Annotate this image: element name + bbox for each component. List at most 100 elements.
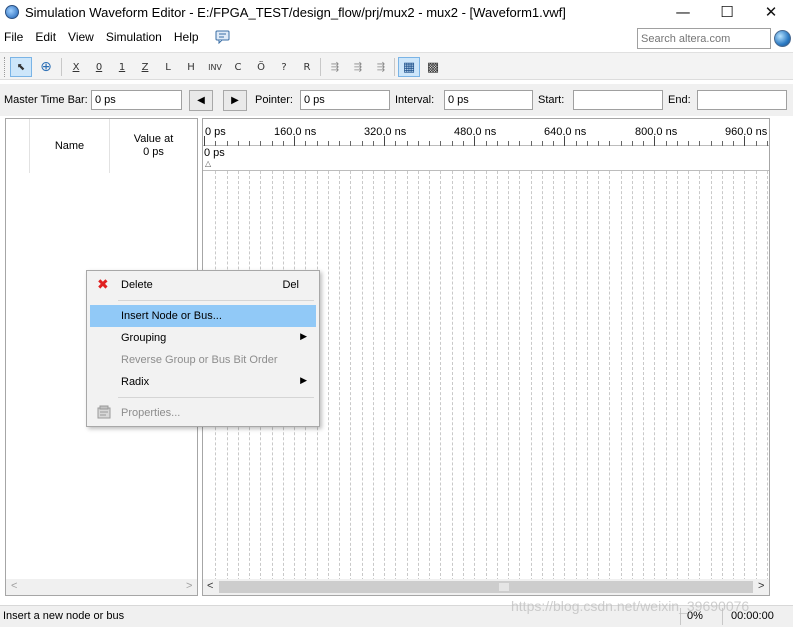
- zoom-tool-icon[interactable]: ⊕: [35, 57, 57, 77]
- grid-line: [666, 171, 667, 581]
- selection-tool-icon[interactable]: ⬉: [10, 57, 32, 77]
- force-unknown-icon[interactable]: X: [66, 57, 86, 77]
- end-field[interactable]: [697, 90, 787, 110]
- menu-edit[interactable]: Edit: [29, 26, 62, 48]
- feedback-icon[interactable]: [215, 30, 231, 45]
- pointer-field[interactable]: 0 ps: [300, 90, 390, 110]
- grid-line: [407, 171, 408, 581]
- delete-icon: ✖: [97, 277, 109, 293]
- time-label: 320.0 ns: [364, 126, 407, 138]
- start-label: Start:: [538, 94, 565, 106]
- toolbar-grip[interactable]: [4, 57, 7, 77]
- grid-line: [350, 171, 351, 581]
- context-menu-insert-node-or-bus[interactable]: Insert Node or Bus...: [90, 305, 316, 327]
- ruler-tick: [654, 136, 655, 146]
- grid-line: [553, 171, 554, 581]
- context-menu-grouping[interactable]: Grouping ▶: [90, 327, 316, 349]
- insert-node-label: Insert Node or Bus...: [121, 310, 222, 322]
- master-time-bar-label: Master Time Bar:: [4, 94, 88, 106]
- context-menu-radix[interactable]: Radix ▶: [90, 371, 316, 393]
- context-menu-delete[interactable]: ✖ Delete Del: [90, 274, 316, 296]
- end-label: End:: [668, 94, 691, 106]
- next-transition-button[interactable]: ▶: [223, 90, 247, 111]
- globe-icon[interactable]: [774, 30, 791, 47]
- search-input[interactable]: [637, 28, 771, 49]
- grouping-label: Grouping: [121, 332, 167, 344]
- context-menu: ✖ Delete Del Insert Node or Bus... Group…: [86, 270, 320, 427]
- grid-line: [598, 171, 599, 581]
- toolbar-separator: [394, 58, 395, 76]
- ruler-tick: [384, 136, 385, 146]
- timing-simulation-icon[interactable]: ▩: [423, 57, 443, 77]
- name-column-header[interactable]: Name: [30, 119, 110, 173]
- cursor-marker-icon[interactable]: △: [205, 159, 211, 168]
- previous-transition-button[interactable]: ◀: [189, 90, 213, 111]
- grid-line: [609, 171, 610, 581]
- waveform-horizontal-scrollbar[interactable]: < >: [203, 579, 769, 595]
- force-high-icon[interactable]: 1: [112, 57, 132, 77]
- force-weak-low-icon[interactable]: L: [158, 57, 178, 77]
- radix-label: Radix: [121, 376, 150, 388]
- grid-line: [621, 171, 622, 581]
- menu-file[interactable]: File: [0, 26, 29, 48]
- time-bar-cursor-row[interactable]: 0 ps △: [203, 146, 769, 171]
- snap-to-grid-icon[interactable]: ⇶: [325, 57, 345, 77]
- clock-icon[interactable]: Ö: [251, 57, 271, 77]
- grid-line: [362, 171, 363, 581]
- properties-icon: [96, 405, 112, 419]
- maximize-button[interactable]: ☐: [705, 0, 749, 24]
- grid-line: [395, 171, 396, 581]
- status-message: Insert a new node or bus: [3, 610, 125, 622]
- grid-line: [564, 171, 565, 581]
- grid-line: [429, 171, 430, 581]
- waveform-toolbar: ⬉ ⊕ X 0 1 Z L H INV C Ö ? R ⇶ ⇶ ⇶ ▦ ▩: [0, 52, 793, 80]
- grid-line: [418, 171, 419, 581]
- menu-separator: [118, 300, 314, 301]
- arbitrary-value-icon[interactable]: ?: [274, 57, 294, 77]
- title-bar: Simulation Waveform Editor - E:/FPGA_TES…: [0, 0, 793, 24]
- master-time-bar-field[interactable]: 0 ps: [91, 90, 182, 110]
- grid-line: [587, 171, 588, 581]
- time-label: 800.0 ns: [635, 126, 678, 138]
- grid-line: [384, 171, 385, 581]
- functional-simulation-icon[interactable]: ▦: [398, 57, 420, 77]
- grid-line: [688, 171, 689, 581]
- ruler-tick: [204, 136, 205, 146]
- snap-to-transition-icon[interactable]: ⇶: [348, 57, 368, 77]
- snap-disabled-icon[interactable]: ⇶: [371, 57, 391, 77]
- force-weak-high-icon[interactable]: H: [181, 57, 201, 77]
- interval-field[interactable]: 0 ps: [444, 90, 533, 110]
- time-bar-row: Master Time Bar: 0 ps ◀ ▶ Pointer: 0 ps …: [0, 84, 793, 116]
- time-ruler[interactable]: 0 ps 160.0 ns 320.0 ns 480.0 ns 640.0 ns…: [203, 119, 769, 146]
- grid-line: [373, 171, 374, 581]
- menu-help[interactable]: Help: [168, 26, 205, 48]
- value-column-header[interactable]: Value at 0 ps: [110, 119, 197, 173]
- submenu-arrow-icon: ▶: [300, 331, 307, 341]
- time-label: 0 ps: [205, 126, 226, 138]
- scrollbar-thumb[interactable]: [219, 581, 753, 593]
- grid-line: [767, 171, 768, 581]
- force-high-impedance-icon[interactable]: Z: [135, 57, 155, 77]
- menu-view[interactable]: View: [62, 26, 100, 48]
- start-field[interactable]: [573, 90, 663, 110]
- invert-icon[interactable]: INV: [204, 57, 226, 77]
- close-button[interactable]: ✕: [749, 0, 793, 24]
- menu-separator: [118, 397, 314, 398]
- grid-line: [339, 171, 340, 581]
- watermark: https://blog.csdn.net/weixin_39690076: [511, 598, 750, 614]
- count-value-icon[interactable]: C: [228, 57, 248, 77]
- node-list-horizontal-scrollbar[interactable]: < >: [6, 579, 197, 595]
- scroll-right-icon[interactable]: >: [186, 580, 192, 592]
- time-label: 960.0 ns: [725, 126, 768, 138]
- random-value-icon[interactable]: R: [297, 57, 317, 77]
- quartus-app-icon: [5, 5, 19, 19]
- delete-label: Delete: [121, 279, 153, 291]
- scroll-left-icon[interactable]: <: [207, 580, 213, 592]
- force-low-icon[interactable]: 0: [89, 57, 109, 77]
- scroll-left-icon[interactable]: <: [11, 580, 17, 592]
- grid-line: [677, 171, 678, 581]
- ruler-tick: [564, 136, 565, 146]
- minimize-button[interactable]: —: [661, 0, 705, 24]
- scroll-right-icon[interactable]: >: [758, 580, 764, 592]
- menu-simulation[interactable]: Simulation: [100, 26, 168, 48]
